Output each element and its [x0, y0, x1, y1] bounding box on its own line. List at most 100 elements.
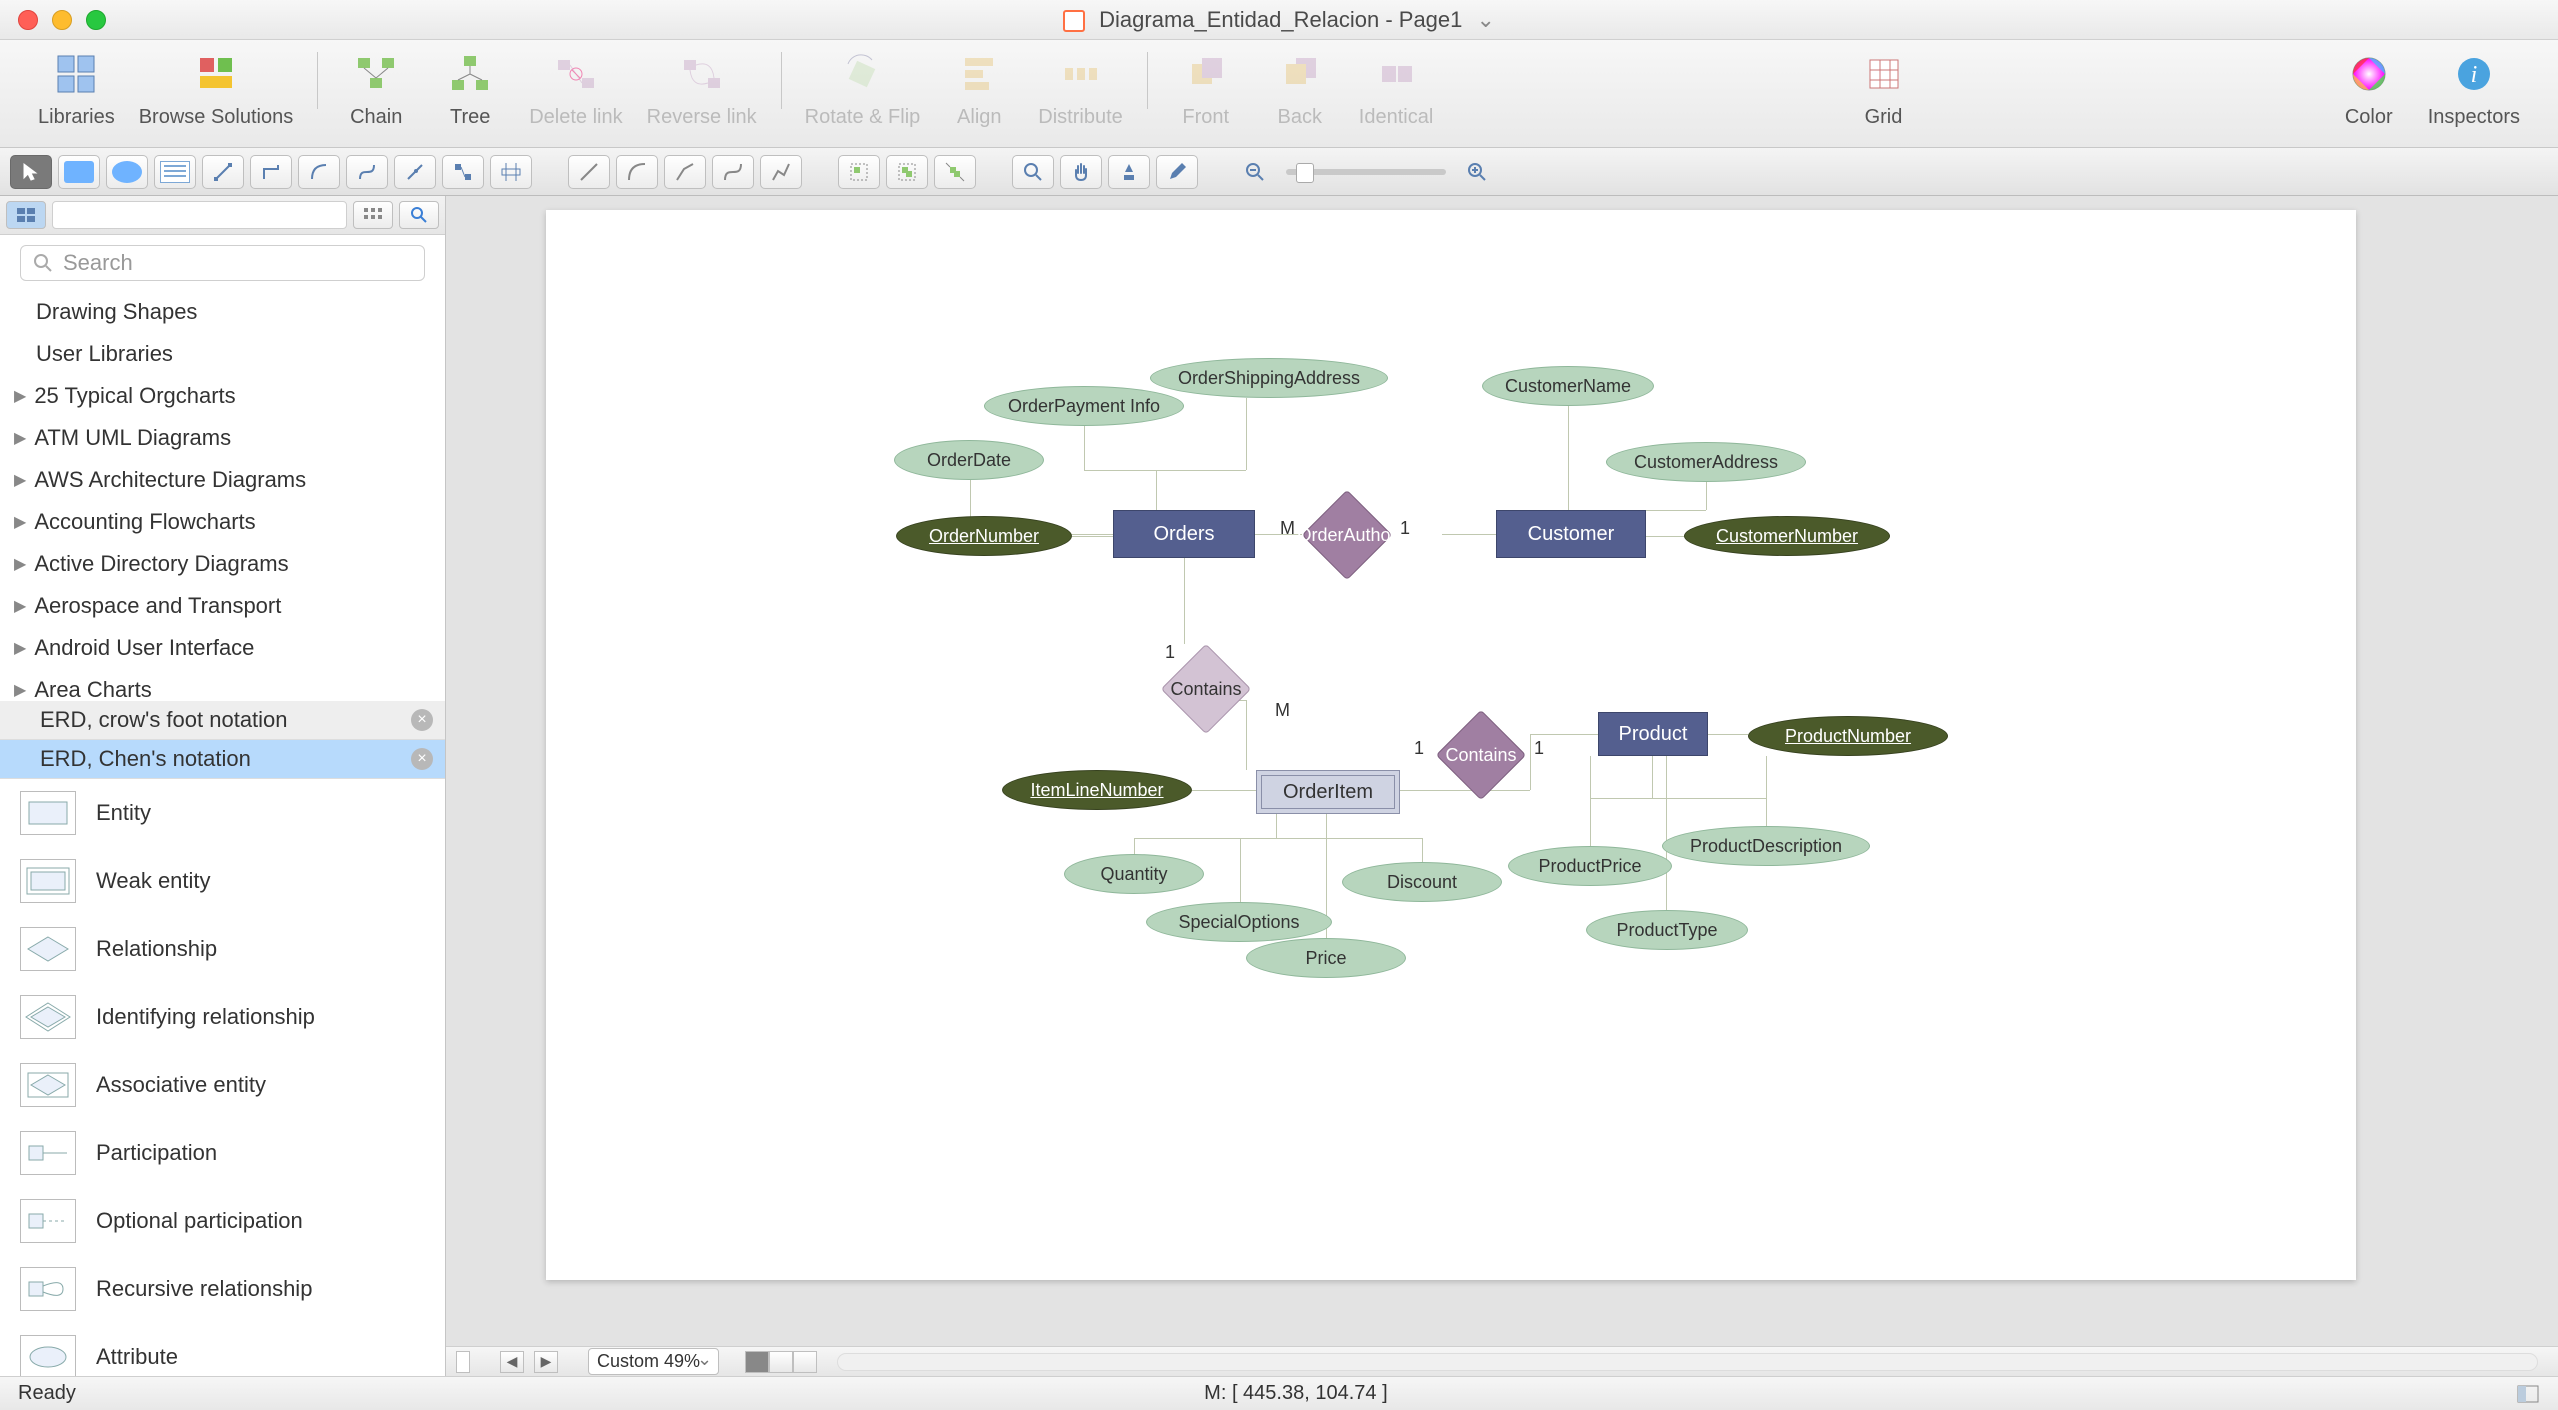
zoom-select[interactable]: Custom 49%	[588, 1348, 719, 1375]
shape-item[interactable]: Weak entity	[0, 847, 445, 915]
library-tab[interactable]: ERD, crow's foot notation×	[0, 701, 445, 740]
shape-item[interactable]: Recursive relationship	[0, 1255, 445, 1323]
connector-tool-1[interactable]	[202, 155, 244, 189]
close-icon[interactable]: ×	[411, 748, 433, 770]
close-icon[interactable]: ×	[411, 709, 433, 731]
shape-item[interactable]: Entity	[0, 779, 445, 847]
line-tool-1[interactable]	[568, 155, 610, 189]
entity-product[interactable]: Product	[1598, 712, 1708, 756]
library-category[interactable]: ▶Aerospace and Transport	[0, 585, 445, 627]
horizontal-scrollbar[interactable]	[837, 1353, 2538, 1371]
attribute-10[interactable]: Price	[1246, 938, 1406, 978]
attribute-3[interactable]: OrderNumber	[896, 516, 1072, 556]
page-tab-1[interactable]	[745, 1351, 769, 1373]
pane-toggle[interactable]	[456, 1351, 470, 1373]
zoom-tool[interactable]	[1012, 155, 1054, 189]
attribute-9[interactable]: SpecialOptions	[1146, 902, 1332, 942]
library-category[interactable]: User Libraries	[0, 333, 445, 375]
line-tool-2[interactable]	[616, 155, 658, 189]
grid-button[interactable]: Grid	[1849, 46, 1919, 129]
search-input[interactable]: Search	[20, 245, 425, 281]
library-category[interactable]: ▶ATM UML Diagrams	[0, 417, 445, 459]
inspectors-button[interactable]: i Inspectors	[2428, 46, 2520, 129]
delete-link-icon	[554, 52, 598, 96]
browse-solutions-button[interactable]: Browse Solutions	[139, 46, 294, 129]
shapes-view-toggle[interactable]	[6, 201, 46, 229]
attribute-8[interactable]: Quantity	[1064, 854, 1204, 894]
connector-tool-7[interactable]	[490, 155, 532, 189]
attribute-2[interactable]: OrderShippingAddress	[1150, 358, 1388, 398]
status-right-icon[interactable]	[2516, 1384, 2540, 1404]
maximize-window-button[interactable]	[86, 10, 106, 30]
entity-orders[interactable]: Orders	[1113, 510, 1255, 558]
shape-item[interactable]: Optional participation	[0, 1187, 445, 1255]
connector	[1646, 536, 1684, 537]
close-window-button[interactable]	[18, 10, 38, 30]
connector-tool-5[interactable]	[394, 155, 436, 189]
library-tab[interactable]: ERD, Chen's notation×	[0, 740, 445, 779]
pointer-tool[interactable]	[10, 155, 52, 189]
relationship-2[interactable]: Contains	[1436, 710, 1526, 800]
attribute-14[interactable]: ProductDescription	[1662, 826, 1870, 866]
attribute-11[interactable]: Discount	[1342, 862, 1502, 902]
zoom-out-button[interactable]	[1234, 155, 1276, 189]
library-category[interactable]: ▶AWS Architecture Diagrams	[0, 459, 445, 501]
attribute-0[interactable]: OrderDate	[894, 440, 1044, 480]
group-tool-1[interactable]	[838, 155, 880, 189]
attribute-15[interactable]: ProductNumber	[1748, 716, 1948, 756]
library-category[interactable]: ▶25 Typical Orgcharts	[0, 375, 445, 417]
diagram-page[interactable]: Orders Customer OrderItem Product OrderDate O…	[546, 210, 2356, 1280]
chevron-down-icon[interactable]: ⌄	[1477, 7, 1495, 32]
shape-item[interactable]: Associative entity	[0, 1051, 445, 1119]
page-tab-3[interactable]	[793, 1351, 817, 1373]
text-tool[interactable]	[154, 155, 196, 189]
library-category[interactable]: ▶Accounting Flowcharts	[0, 501, 445, 543]
connector-tool-2[interactable]	[250, 155, 292, 189]
attribute-1[interactable]: OrderPayment Info	[984, 386, 1184, 426]
pan-tool[interactable]	[1060, 155, 1102, 189]
attribute-7[interactable]: ItemLineNumber	[1002, 770, 1192, 810]
chain-button[interactable]: Chain	[341, 46, 411, 129]
shape-item[interactable]: Participation	[0, 1119, 445, 1187]
zoom-in-button[interactable]	[1456, 155, 1498, 189]
group-tool-3[interactable]	[934, 155, 976, 189]
connector-tool-4[interactable]	[346, 155, 388, 189]
sidebar-filter-input[interactable]	[52, 201, 347, 229]
page-tab-2[interactable]	[769, 1351, 793, 1373]
search-view-button[interactable]	[399, 201, 439, 229]
tree-button[interactable]: Tree	[435, 46, 505, 129]
attribute-5[interactable]: CustomerAddress	[1606, 442, 1806, 482]
prev-page-button[interactable]: ◀	[500, 1351, 524, 1373]
library-category[interactable]: Drawing Shapes	[0, 291, 445, 333]
library-category[interactable]: ▶Active Directory Diagrams	[0, 543, 445, 585]
color-button[interactable]: Color	[2334, 46, 2404, 129]
line-tool-4[interactable]	[712, 155, 754, 189]
next-page-button[interactable]: ▶	[534, 1351, 558, 1373]
attribute-12[interactable]: ProductPrice	[1508, 846, 1672, 886]
attribute-4[interactable]: CustomerName	[1482, 366, 1654, 406]
libraries-button[interactable]: Libraries	[38, 46, 115, 129]
connector-tool-6[interactable]	[442, 155, 484, 189]
attribute-13[interactable]: ProductType	[1586, 910, 1748, 950]
zoom-slider[interactable]	[1286, 169, 1446, 175]
grid-view-button[interactable]	[353, 201, 393, 229]
line-tool-5[interactable]	[760, 155, 802, 189]
shape-item[interactable]: Relationship	[0, 915, 445, 983]
shape-item[interactable]: Identifying relationship	[0, 983, 445, 1051]
crop-tool[interactable]	[1108, 155, 1150, 189]
pencil-tool[interactable]	[1156, 155, 1198, 189]
relationship-0[interactable]: OrderAuthor	[1302, 490, 1392, 580]
entity-orderitem[interactable]: OrderItem	[1256, 770, 1400, 814]
canvas-scroll[interactable]: Orders Customer OrderItem Product OrderDate O…	[446, 196, 2558, 1346]
group-tool-2[interactable]	[886, 155, 928, 189]
line-tool-3[interactable]	[664, 155, 706, 189]
minimize-window-button[interactable]	[52, 10, 72, 30]
entity-customer[interactable]: Customer	[1496, 510, 1646, 558]
library-category[interactable]: ▶Android User Interface	[0, 627, 445, 669]
shape-item[interactable]: Attribute	[0, 1323, 445, 1376]
rectangle-tool[interactable]	[58, 155, 100, 189]
connector-tool-3[interactable]	[298, 155, 340, 189]
attribute-6[interactable]: CustomerNumber	[1684, 516, 1890, 556]
library-category[interactable]: ▶Area Charts	[0, 669, 445, 701]
ellipse-tool[interactable]	[106, 155, 148, 189]
